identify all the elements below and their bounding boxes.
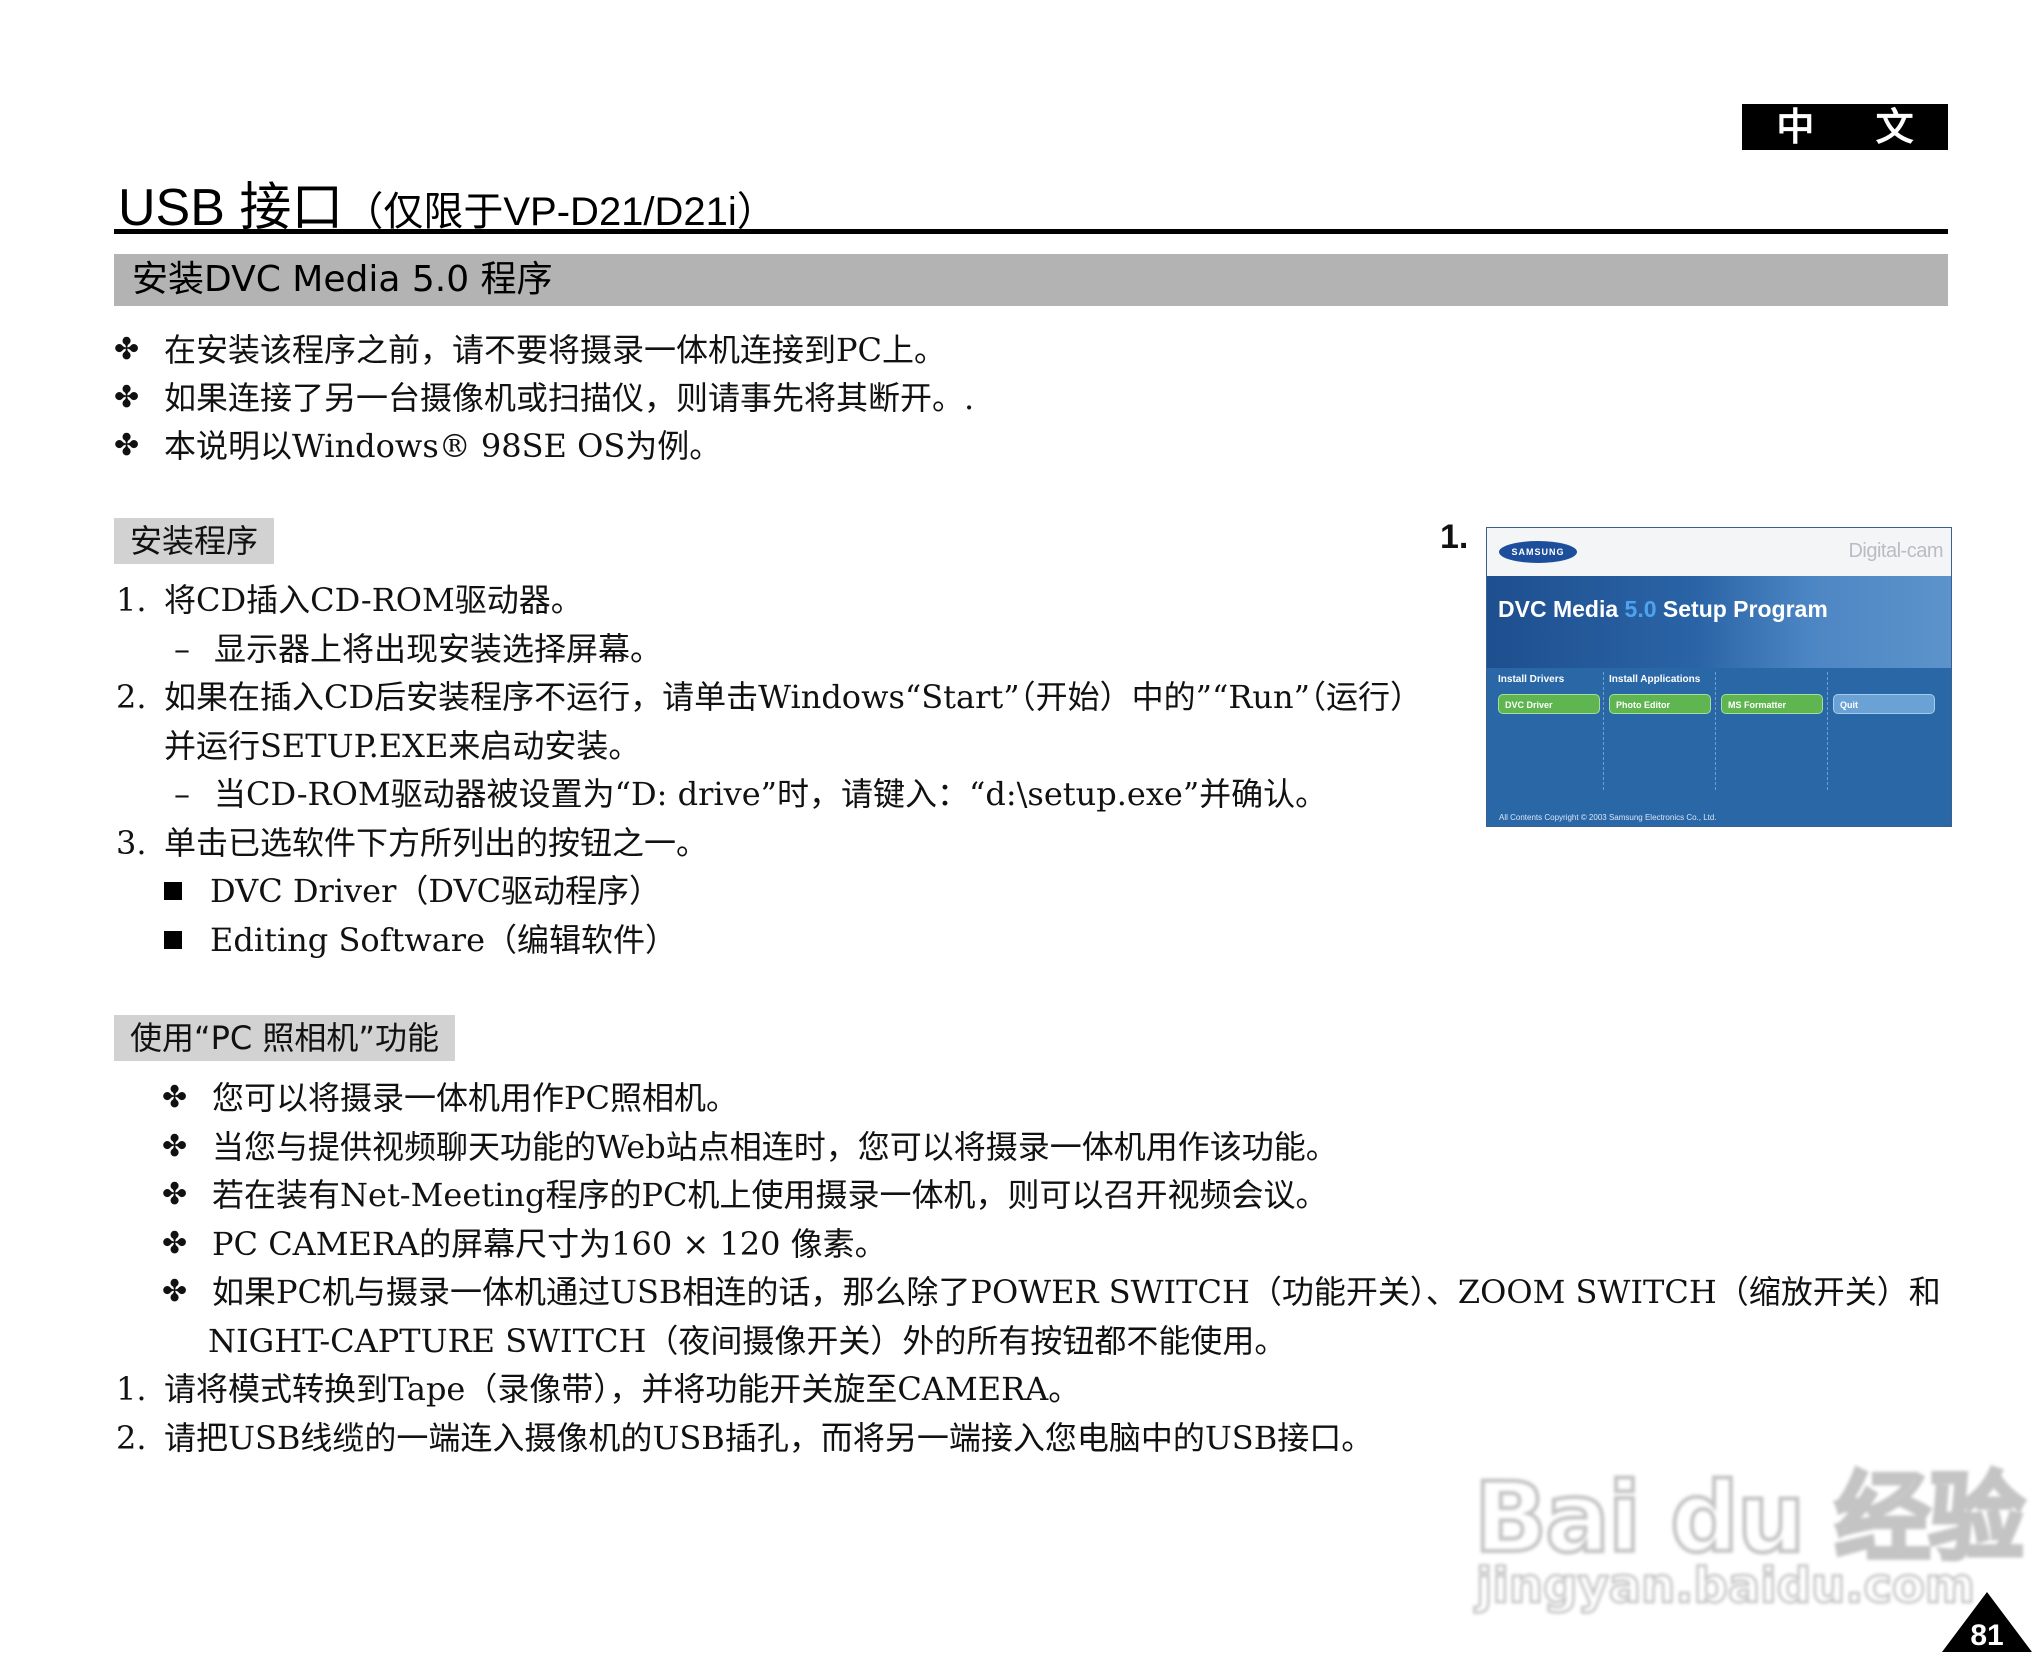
step-number: 2.	[116, 1418, 147, 1457]
note-text: PC CAMERA的屏幕尺寸为160 × 120 像素。	[212, 1224, 887, 1263]
bullet-icon: ✤	[162, 1080, 188, 1115]
option-text: Editing Software（编辑软件）	[210, 920, 678, 959]
step-text: 将CD插入CD-ROM驱动器。	[164, 581, 583, 619]
step-number: 3.	[116, 823, 147, 862]
note-text: 本说明以Windows® 98SE OS为例。	[164, 427, 722, 465]
screenshot-banner: DVC Media 5.0 Setup Program	[1487, 576, 1951, 668]
bullet-icon: ✤	[114, 332, 140, 367]
step-text: 并运行SETUP.EXE来启动安装。	[164, 726, 641, 765]
page-title-sub: （仅限于VP-D21/D21i）	[343, 190, 777, 234]
bullet-icon: ✤	[114, 428, 140, 463]
note-text: NIGHT-CAPTURE SWITCH（夜间摄像开关）外的所有按钮都不能使用。	[208, 1321, 1287, 1360]
column-divider	[1603, 672, 1604, 790]
setup-program-title: DVC Media 5.0 Setup Program	[1498, 596, 1828, 623]
step-subnote-text: 当CD-ROM驱动器被设置为“D: drive”时，请键入：“d:\setup.…	[214, 775, 1328, 813]
copyright-text: All Contents Copyright © 2003 Samsung El…	[1499, 813, 1717, 822]
note-text: 如果PC机与摄录一体机通过USB相连的话，那么除了POWER SWITCH（功能…	[212, 1273, 1941, 1311]
install-heading: 安装程序	[114, 518, 275, 564]
figure-label: 1.	[1440, 518, 1469, 556]
title-version: 5.0	[1624, 596, 1657, 622]
square-bullet-icon	[164, 882, 182, 900]
section-heading: 安装DVC Media 5.0 程序	[114, 254, 1948, 306]
step-text: 如果在插入CD后安装程序不运行，请单击Windows“Start”（开始）中的”…	[164, 678, 1423, 716]
note-text: 当您与提供视频聊天功能的Web站点相连时，您可以将摄录一体机用作该功能。	[212, 1127, 1338, 1166]
bullet-icon: ✤	[114, 380, 140, 415]
pc-camera-heading: 使用“PC 照相机”功能	[114, 1015, 455, 1061]
square-bullet-icon	[164, 930, 182, 949]
note-text: 您可以将摄录一体机用作PC照相机。	[212, 1079, 739, 1117]
list-item: ✤ 在安装该程序之前，请不要将摄录一体机连接到PC上。	[114, 326, 974, 374]
bullet-icon: ✤	[162, 1128, 188, 1164]
quit-button[interactable]: Quit	[1833, 694, 1935, 714]
page-number-badge: 81	[1942, 1592, 2032, 1652]
setup-screenshot: SAMSUNG Digital-cam DVC Media 5.0 Setup …	[1486, 527, 1952, 827]
step-number: 1.	[116, 1370, 147, 1408]
install-applications-label: Install Applications	[1609, 674, 1701, 685]
step-number: 1.	[116, 581, 147, 619]
page-number: 81	[1970, 1619, 2003, 1652]
note-text: 在安装该程序之前，请不要将摄录一体机连接到PC上。	[164, 331, 947, 369]
list-item: ✤ 本说明以Windows® 98SE OS为例。	[114, 422, 974, 470]
watermark-url: jingyan.baidu.com	[1475, 1557, 1976, 1616]
digital-cam-logo: Digital-cam	[1848, 540, 1943, 562]
step-number: 2.	[116, 678, 147, 716]
dvc-driver-button[interactable]: DVC Driver	[1498, 694, 1600, 714]
dash-icon: –	[174, 775, 190, 813]
samsung-logo: SAMSUNG	[1499, 541, 1577, 563]
column-divider	[1715, 672, 1716, 790]
screenshot-header: SAMSUNG Digital-cam	[1487, 528, 1951, 576]
install-drivers-label: Install Drivers	[1498, 674, 1565, 685]
language-tab: 中 文	[1742, 104, 1948, 150]
step-text: 请将模式转换到Tape（录像带），并将功能开关旋至CAMERA。	[164, 1370, 1081, 1408]
column-divider	[1827, 672, 1828, 790]
ms-formatter-button[interactable]: MS Formatter	[1721, 694, 1823, 714]
bullet-icon: ✤	[162, 1225, 188, 1261]
baidu-watermark: Bai du 经验 jingyan.baidu.com	[1470, 1400, 2027, 1640]
title-divider	[114, 229, 1948, 234]
note-text: 若在装有Net-Meeting程序的PC机上使用摄录一体机，则可以召开视频会议。	[212, 1176, 1328, 1214]
step-text: 请把USB线缆的一端连入摄像机的USB插孔，而将另一端接入您电脑中的USB接口。	[164, 1418, 1374, 1457]
title-part: Setup Program	[1656, 596, 1828, 622]
title-part: DVC Media	[1498, 596, 1625, 622]
step-text: 单击已选软件下方所列出的按钮之一。	[164, 823, 709, 862]
precaution-list: ✤ 在安装该程序之前，请不要将摄录一体机连接到PC上。 ✤ 如果连接了另一台摄像机或…	[114, 326, 974, 470]
bullet-icon: ✤	[162, 1177, 188, 1212]
step-subnote-text: 显示器上将出现安装选择屏幕。	[214, 629, 663, 668]
bullet-icon: ✤	[162, 1274, 188, 1309]
note-text: 如果连接了另一台摄像机或扫描仪，则请事先将其断开。.	[164, 379, 975, 417]
photo-editor-button[interactable]: Photo Editor	[1609, 694, 1711, 714]
dash-icon: –	[174, 629, 190, 668]
screenshot-button-panel: Install Drivers Install Applications DVC…	[1487, 668, 1951, 826]
list-item: ✤ 如果连接了另一台摄像机或扫描仪，则请事先将其断开。.	[114, 374, 974, 422]
option-text: DVC Driver（DVC驱动程序）	[210, 872, 662, 910]
